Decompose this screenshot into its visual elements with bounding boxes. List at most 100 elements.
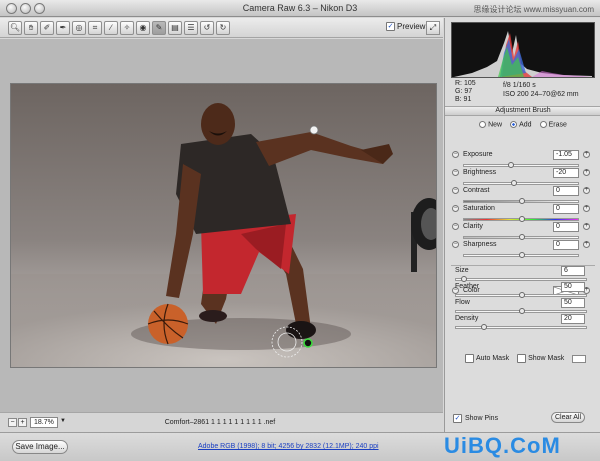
exposure-minus-icon[interactable]: − — [452, 151, 459, 158]
size-value-input[interactable]: 6 — [561, 266, 585, 276]
saturation-minus-icon[interactable]: − — [452, 205, 459, 212]
status-bar: − + 18.7% ▼ Comfort–2861 1 1 1 1 1 1 1 1… — [0, 412, 443, 432]
save-image-button[interactable]: Save Image... — [12, 440, 68, 454]
bottom-bar: Save Image... Adobe RGB (1998); 8 bit; 4… — [0, 432, 600, 461]
histogram-graph — [454, 31, 592, 77]
clarity-value-input[interactable]: 0 — [553, 222, 579, 232]
sharpness-plus-icon[interactable]: + — [583, 241, 590, 248]
fullscreen-icon[interactable]: ⤢ — [426, 21, 440, 35]
red-eye-icon[interactable]: ◉ — [136, 21, 150, 35]
brightness-value-input[interactable]: -20 — [553, 168, 579, 178]
crop-icon[interactable]: ⌗ — [88, 21, 102, 35]
exposure-plus-icon[interactable]: + — [583, 151, 590, 158]
auto-mask-toggle[interactable]: Auto Mask — [465, 354, 509, 363]
basketball-player-photo — [11, 103, 436, 367]
filename-label: Comfort–2861 1 1 1 1 1 1 1 1 1 .nef — [164, 419, 276, 426]
show-mask-checkbox[interactable] — [517, 354, 527, 363]
brightness-slider-track[interactable] — [463, 182, 579, 185]
show-mask-toggle[interactable]: Show Mask — [517, 354, 564, 363]
blue-value: B: 91 — [455, 96, 472, 103]
exposure-value-input[interactable]: -1.05 — [553, 150, 579, 160]
brightness-label: Brightness — [463, 169, 497, 176]
size-slider-knob[interactable] — [461, 276, 468, 282]
clarity-plus-icon[interactable]: + — [583, 223, 590, 230]
sharpness-value-input[interactable]: 0 — [553, 240, 579, 250]
saturation-label: Saturation — [463, 205, 495, 212]
sharpness-slider-knob[interactable] — [519, 252, 525, 258]
show-pins-toggle[interactable]: ✓ Show Pins — [453, 414, 498, 423]
iso-lens-info: ISO 200 24–70@62 mm — [503, 91, 579, 98]
saturation-value-input[interactable]: 0 — [553, 204, 579, 214]
green-value: G: 97 — [455, 88, 473, 95]
spot-removal-icon[interactable]: ✧ — [120, 21, 134, 35]
brightness-plus-icon[interactable]: + — [583, 169, 590, 176]
flow-slider-knob[interactable] — [519, 308, 525, 314]
hand-icon[interactable]: ✋︎ — [24, 21, 38, 35]
radio-new[interactable] — [479, 121, 487, 128]
eyedropper-icon[interactable]: ✐ — [40, 21, 54, 35]
histogram — [451, 22, 595, 78]
exposure-label: Exposure — [463, 151, 493, 158]
preview-toggle[interactable]: ✓ Preview — [386, 22, 425, 31]
graduated-filter-icon[interactable]: ▤ — [168, 21, 182, 35]
sharpness-label: Sharpness — [463, 241, 497, 248]
auto-mask-checkbox[interactable] — [465, 354, 474, 363]
exposure-info: f/8 1/160 s — [503, 82, 536, 89]
density-slider-knob[interactable] — [480, 324, 487, 330]
preferences-icon[interactable]: ☰ — [184, 21, 198, 35]
contrast-plus-icon[interactable]: + — [583, 187, 590, 194]
preview-canvas[interactable] — [0, 39, 443, 412]
feather-value-input[interactable]: 50 — [561, 282, 585, 292]
chevron-down-icon[interactable]: ▼ — [60, 418, 66, 424]
density-slider-track[interactable] — [455, 326, 587, 329]
show-mask-label: Show Mask — [528, 355, 565, 362]
sharpness-slider-row: − Sharpness 0 + — [445, 240, 600, 266]
red-value: R: 105 — [455, 80, 476, 87]
target-icon[interactable]: ◎ — [72, 21, 86, 35]
right-panel: R: 105 G: 97 B: 91 f/8 1/160 s ISO 200 2… — [444, 18, 600, 432]
mask-color-swatch[interactable] — [572, 354, 587, 363]
show-pins-checkbox[interactable]: ✓ — [453, 414, 462, 423]
rotate-ccw-icon[interactable]: ↺ — [200, 21, 214, 35]
adjustment-brush-header: Adjustment Brush — [445, 106, 600, 116]
flow-label: Flow — [455, 299, 470, 306]
brightness-minus-icon[interactable]: − — [452, 169, 459, 176]
flow-value-input[interactable]: 50 — [561, 298, 585, 308]
active-brush-pin[interactable] — [303, 338, 313, 348]
watermark-top: 思缘设计论坛 www.missyuan.com — [473, 5, 594, 14]
density-value-input[interactable]: 20 — [561, 314, 585, 324]
density-slider-row: Density 20 — [445, 314, 600, 333]
feather-slider-knob[interactable] — [519, 292, 525, 298]
toolbar: 🔍︎ ✋︎ ✐ ✒ ◎ ⌗ ∕ ✧ ◉ ✎ ▤ ☰ ↺ ↻ ✓ Preview … — [0, 18, 443, 38]
zoom-out-button[interactable]: − — [8, 418, 17, 427]
size-slider-track[interactable] — [455, 278, 587, 281]
zoom-level-select[interactable]: 18.7% — [30, 417, 58, 428]
adjustment-brush-icon[interactable]: ✎ — [152, 21, 166, 35]
preview-checkbox[interactable]: ✓ — [386, 22, 395, 31]
zoom-icon[interactable]: 🔍︎ — [8, 21, 22, 35]
pixel-readout: R: 105 G: 97 B: 91 f/8 1/160 s ISO 200 2… — [451, 80, 595, 104]
straighten-icon[interactable]: ∕ — [104, 21, 118, 35]
rotate-cw-icon[interactable]: ↻ — [216, 21, 230, 35]
workflow-options-link[interactable]: Adobe RGB (1998); 8 bit; 4256 by 2832 (1… — [198, 443, 379, 450]
saturation-plus-icon[interactable]: + — [583, 205, 590, 212]
exposure-slider-track[interactable] — [463, 164, 579, 167]
photo-preview[interactable] — [10, 83, 437, 368]
mode-add[interactable]: Add — [510, 121, 532, 128]
color-sampler-icon[interactable]: ✒ — [56, 21, 70, 35]
contrast-value-input[interactable]: 0 — [553, 186, 579, 196]
mode-erase[interactable]: Erase — [539, 121, 567, 128]
clarity-minus-icon[interactable]: − — [452, 223, 459, 230]
radio-erase[interactable] — [539, 121, 547, 128]
mode-new[interactable]: New — [479, 121, 502, 128]
radio-add[interactable] — [510, 121, 518, 128]
sharpness-minus-icon[interactable]: − — [452, 241, 459, 248]
zoom-in-button[interactable]: + — [18, 418, 27, 427]
show-pins-label: Show Pins — [465, 415, 499, 422]
brush-pin[interactable] — [309, 125, 319, 135]
contrast-minus-icon[interactable]: − — [452, 187, 459, 194]
feather-label: Feather — [455, 283, 480, 290]
mask-options: Auto Mask Show Mask — [465, 354, 587, 363]
clear-all-button[interactable]: Clear All — [551, 412, 585, 423]
clarity-label: Clarity — [463, 223, 483, 230]
